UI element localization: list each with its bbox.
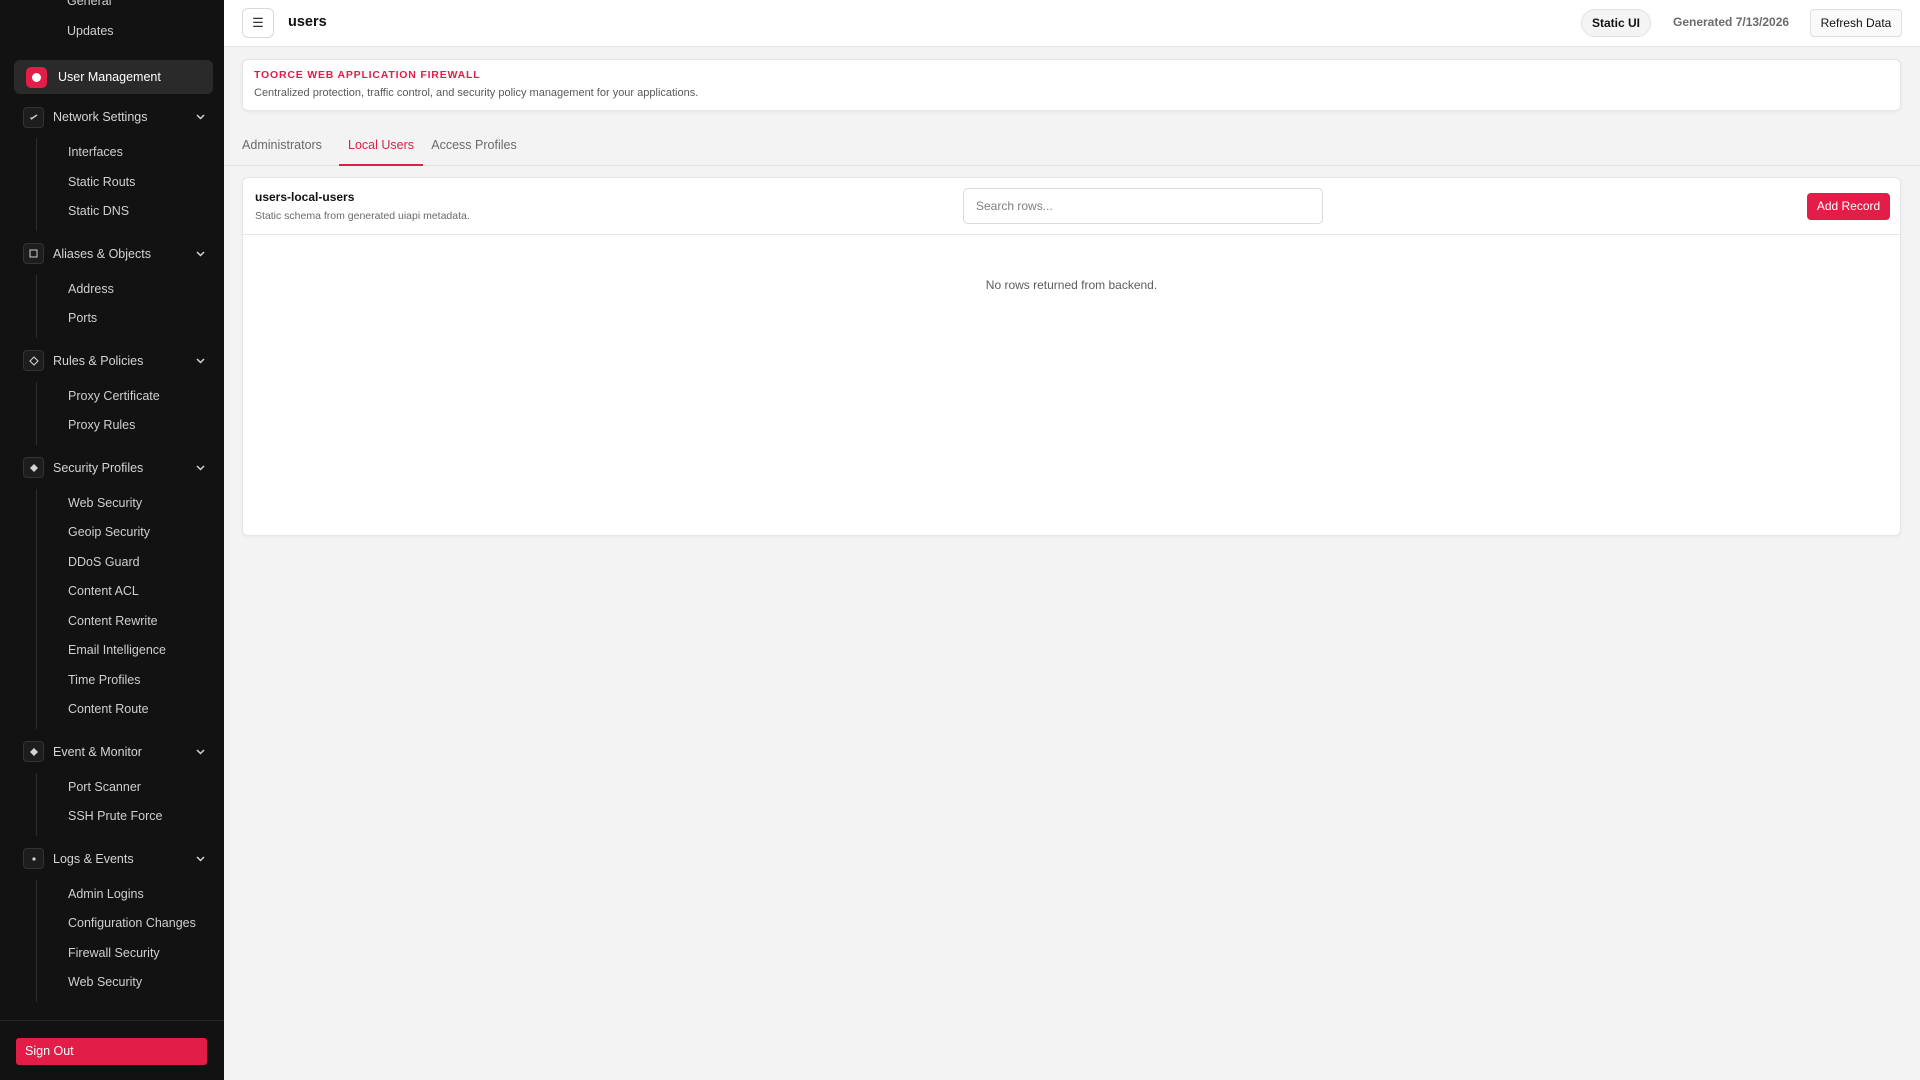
- sidebar-item-content-rewrite[interactable]: Content Rewrite: [37, 607, 213, 637]
- sidebar-footer: Sign Out: [0, 1020, 224, 1080]
- sidebar-item-firewall-security[interactable]: Firewall Security: [37, 939, 213, 969]
- sidebar-group-event-monitor[interactable]: Event & Monitor: [14, 735, 213, 769]
- page-title: users: [288, 14, 327, 30]
- chevron-down-icon: [195, 747, 205, 757]
- sidebar-item-ssh-prute-force[interactable]: SSH Prute Force: [37, 802, 213, 832]
- chevron-down-icon: [195, 854, 205, 864]
- product-banner: TOORCE WEB APPLICATION FIREWALL Centrali…: [242, 59, 1901, 111]
- diamond-outline-icon: [23, 350, 44, 371]
- diamond-filled-icon: [23, 741, 44, 762]
- sign-out-button[interactable]: Sign Out: [16, 1038, 207, 1065]
- empty-state-message: No rows returned from backend.: [985, 278, 1158, 292]
- static-ui-badge: Static UI: [1581, 9, 1651, 37]
- generated-date: Generated 7/13/2026: [1673, 15, 1790, 29]
- sidebar-item-geoip-security[interactable]: Geoip Security: [37, 518, 213, 548]
- user-management-icon: [26, 66, 47, 88]
- sidebar-item-proxy-certificate[interactable]: Proxy Certificate: [37, 382, 213, 412]
- sidebar-group-label: Event & Monitor: [53, 744, 142, 759]
- search-rows-input[interactable]: [963, 188, 1323, 224]
- topbar: ☰ users Static UI Generated 7/13/2026 Re…: [224, 0, 1920, 47]
- banner-subtitle: Centralized protection, traffic control,…: [254, 87, 699, 99]
- sidebar-item-content-acl[interactable]: Content ACL: [37, 577, 213, 607]
- sidebar-group-security-profiles[interactable]: Security Profiles: [14, 451, 213, 485]
- sidebar-item-static-dns[interactable]: Static DNS: [37, 197, 213, 227]
- sidebar-item-email-intelligence[interactable]: Email Intelligence: [37, 636, 213, 666]
- menu-toggle-button[interactable]: ☰: [242, 8, 274, 38]
- tab-administrators[interactable]: Administrators: [242, 128, 322, 166]
- sidebar-group-network-settings[interactable]: Network Settings: [14, 100, 213, 134]
- add-record-button[interactable]: Add Record: [1807, 193, 1890, 220]
- sidebar-group-label: Security Profiles: [53, 460, 144, 475]
- sidebar-item-logs-web-security[interactable]: Web Security: [37, 968, 213, 998]
- diamond-filled-icon: [23, 457, 44, 478]
- sidebar-item-ddos-guard[interactable]: DDoS Guard: [37, 548, 213, 578]
- sidebar-sublist-rules-policies: Proxy Certificate Proxy Rules: [36, 381, 213, 445]
- sidebar-item-proxy-rules[interactable]: Proxy Rules: [37, 411, 213, 441]
- sidebar-group-logs-events[interactable]: Logs & Events: [14, 842, 213, 876]
- sidebar-sublist-network-settings: Interfaces Static Routs Static DNS: [36, 138, 213, 231]
- dot-icon: [23, 848, 44, 869]
- refresh-data-button[interactable]: Refresh Data: [1810, 9, 1902, 37]
- sidebar-group-aliases-objects[interactable]: Aliases & Objects: [14, 237, 213, 271]
- sidebar-group-label: Aliases & Objects: [53, 246, 151, 261]
- sidebar-sublist-event-monitor: Port Scanner SSH Prute Force: [36, 772, 213, 836]
- square-icon: [23, 243, 44, 264]
- table-subtitle: Static schema from generated uiapi metad…: [255, 210, 470, 222]
- sidebar-item-time-profiles[interactable]: Time Profiles: [37, 666, 213, 696]
- sidebar-item-user-management[interactable]: User Management: [14, 60, 213, 94]
- sidebar-group-rules-policies[interactable]: Rules & Policies: [14, 344, 213, 378]
- sidebar-item-interfaces[interactable]: Interfaces: [37, 138, 213, 168]
- sidebar-item-updates[interactable]: Updates: [14, 17, 213, 47]
- sidebar-item-ports[interactable]: Ports: [37, 304, 213, 334]
- sidebar-sublist-logs-events: Admin Logins Configuration Changes Firew…: [36, 879, 213, 1002]
- sidebar-group-label: Logs & Events: [53, 851, 134, 866]
- tab-bar: Administrators Local Users Access Profil…: [224, 128, 1920, 166]
- records-card: users-local-users Static schema from gen…: [242, 177, 1901, 536]
- sidebar-item-label: User Management: [58, 70, 161, 84]
- sidebar-item-configuration-changes[interactable]: Configuration Changes: [37, 909, 213, 939]
- sidebar-item-web-security[interactable]: Web Security: [37, 489, 213, 519]
- table-title: users-local-users: [255, 190, 355, 204]
- sidebar-group-label: Rules & Policies: [53, 353, 144, 368]
- chevron-down-icon: [195, 463, 205, 473]
- link-icon: [23, 106, 44, 128]
- chevron-down-icon: [195, 356, 205, 366]
- sidebar-item-port-scanner[interactable]: Port Scanner: [37, 773, 213, 803]
- chevron-down-icon: [195, 112, 205, 122]
- sidebar-item-general[interactable]: General: [14, 0, 213, 17]
- sidebar-sublist-security-profiles: Web Security Geoip Security DDoS Guard C…: [36, 488, 213, 729]
- banner-title: TOORCE WEB APPLICATION FIREWALL: [254, 69, 481, 81]
- sidebar-nav[interactable]: General Updates User Management Network …: [0, 0, 224, 1020]
- sidebar-item-address[interactable]: Address: [37, 275, 213, 305]
- tab-access-profiles[interactable]: Access Profiles: [431, 128, 517, 166]
- sidebar-item-static-routs[interactable]: Static Routs: [37, 168, 213, 198]
- tab-local-users[interactable]: Local Users: [339, 128, 423, 166]
- records-card-header: users-local-users Static schema from gen…: [243, 178, 1900, 235]
- sidebar-group-label: Network Settings: [53, 110, 148, 124]
- sidebar: General Updates User Management Network …: [0, 0, 224, 1080]
- sidebar-item-content-route[interactable]: Content Route: [37, 695, 213, 725]
- hamburger-icon: ☰: [252, 15, 264, 30]
- sidebar-sublist-aliases-objects: Address Ports: [36, 274, 213, 338]
- sidebar-item-admin-logins[interactable]: Admin Logins: [37, 880, 213, 910]
- chevron-down-icon: [195, 249, 205, 259]
